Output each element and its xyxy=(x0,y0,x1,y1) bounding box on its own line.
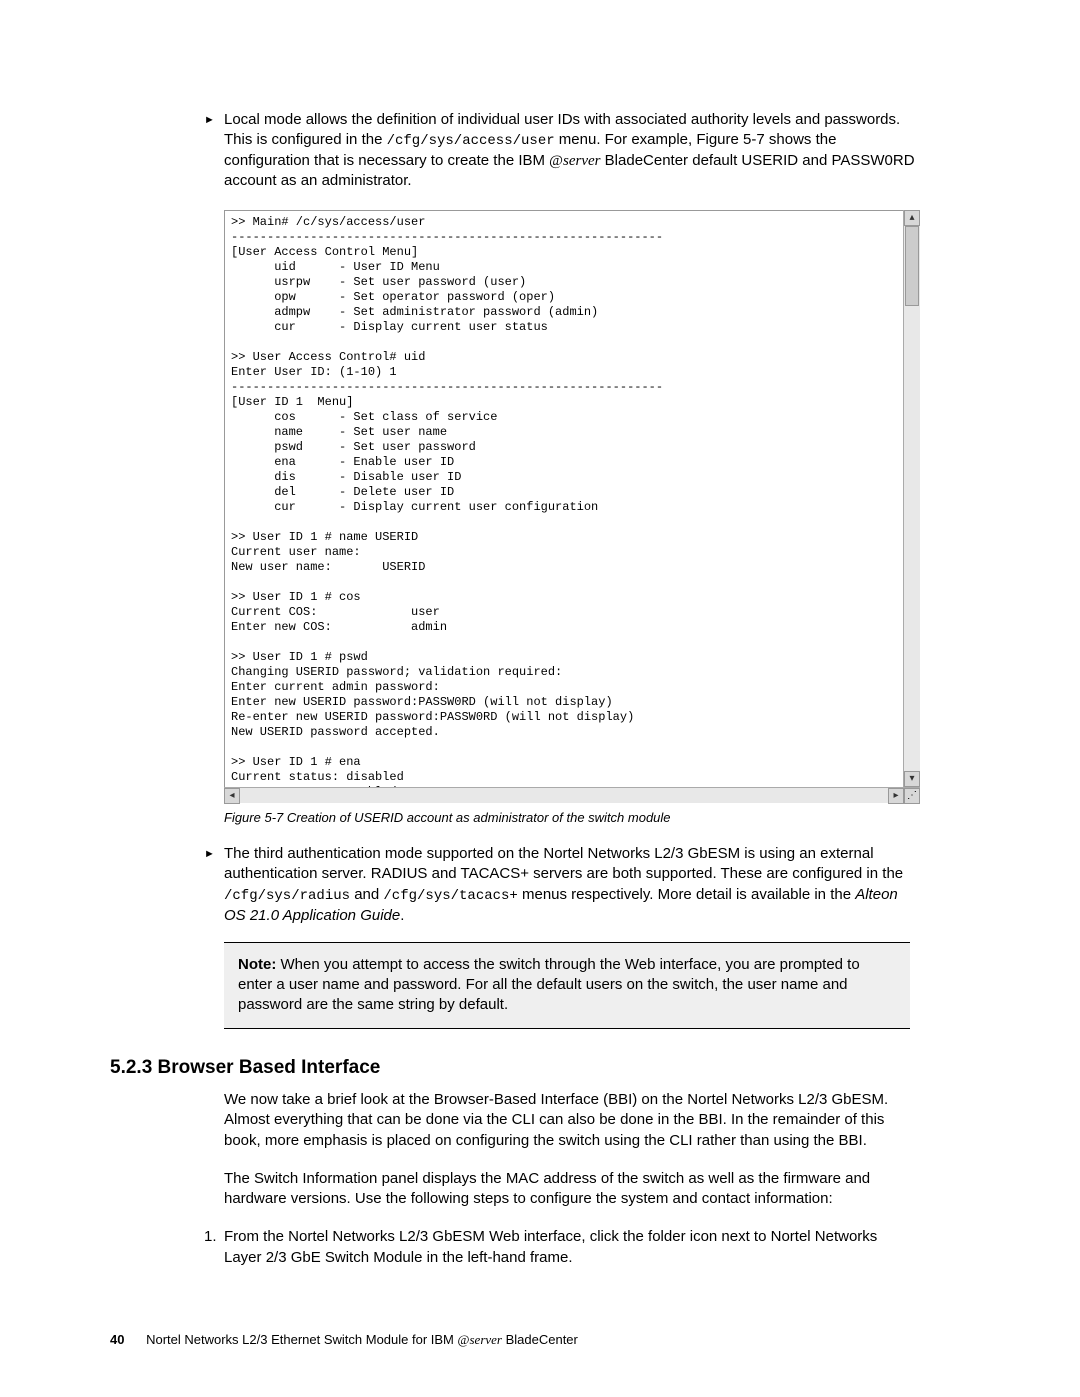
eserver-logo: server xyxy=(563,153,601,169)
bullet1-mono: /cfg/sys/access/user xyxy=(387,133,555,149)
section-heading: 5.2.3 Browser Based Interface xyxy=(110,1055,980,1081)
eserver-at-icon: @ xyxy=(458,1332,470,1347)
step-1-text: From the Nortel Networks L2/3 GbESM Web … xyxy=(224,1228,877,1265)
scroll-thumb-vertical[interactable] xyxy=(905,226,919,306)
scroll-corner-grip-icon[interactable]: ⋰ xyxy=(904,788,920,804)
step-1-number: 1. xyxy=(204,1227,217,1247)
section-number: 5.2.3 xyxy=(110,1057,152,1078)
note-label: Note: xyxy=(238,956,276,973)
bullet2-mono-b: /cfg/sys/tacacs+ xyxy=(383,888,517,904)
footer-text-b: BladeCenter xyxy=(502,1332,578,1347)
bullet2-text-b: and xyxy=(350,886,383,903)
eserver-at-icon: @ xyxy=(549,153,563,169)
terminal-output: >> Main# /c/sys/access/user ------------… xyxy=(224,210,920,803)
note-box: Note: When you attempt to access the swi… xyxy=(224,942,910,1029)
step-1: 1. From the Nortel Networks L2/3 GbESM W… xyxy=(224,1227,910,1268)
figure-caption: Figure 5-7 Creation of USERID account as… xyxy=(224,809,920,827)
terminal-screenshot: >> Main# /c/sys/access/user ------------… xyxy=(224,210,920,803)
bullet-marker-icon: ► xyxy=(204,847,215,862)
bullet2-text-a: The third authentication mode supported … xyxy=(224,845,903,882)
scroll-down-icon[interactable]: ▾ xyxy=(904,771,920,787)
bullet2-mono-a: /cfg/sys/radius xyxy=(224,888,350,904)
para-2: The Switch Information panel displays th… xyxy=(224,1169,910,1210)
footer-text-a: Nortel Networks L2/3 Ethernet Switch Mod… xyxy=(146,1332,457,1347)
bullet-marker-icon: ► xyxy=(204,113,215,128)
eserver-logo: server xyxy=(469,1332,502,1347)
bullet2-text-d: . xyxy=(400,907,404,924)
scroll-left-icon[interactable]: ◂ xyxy=(224,788,240,804)
section-title: Browser Based Interface xyxy=(152,1057,380,1078)
document-page: ► Local mode allows the definition of in… xyxy=(0,0,1080,1397)
bullet-item-third-auth: ► The third authentication mode supporte… xyxy=(224,844,920,926)
page-footer: 40 Nortel Networks L2/3 Ethernet Switch … xyxy=(110,1331,578,1349)
scroll-up-icon[interactable]: ▴ xyxy=(904,210,920,226)
note-body: When you attempt to access the switch th… xyxy=(238,956,860,1014)
scrollbar-horizontal[interactable]: ◂ ▸ ⋰ xyxy=(224,787,920,803)
bullet-item-local-mode: ► Local mode allows the definition of in… xyxy=(224,110,920,192)
scrollbar-vertical[interactable]: ▴ ▾ xyxy=(903,210,920,787)
bullet2-text-c: menus respectively. More detail is avail… xyxy=(518,886,855,903)
page-number: 40 xyxy=(110,1332,124,1347)
scroll-right-icon[interactable]: ▸ xyxy=(888,788,904,804)
para-1: We now take a brief look at the Browser-… xyxy=(224,1090,910,1151)
